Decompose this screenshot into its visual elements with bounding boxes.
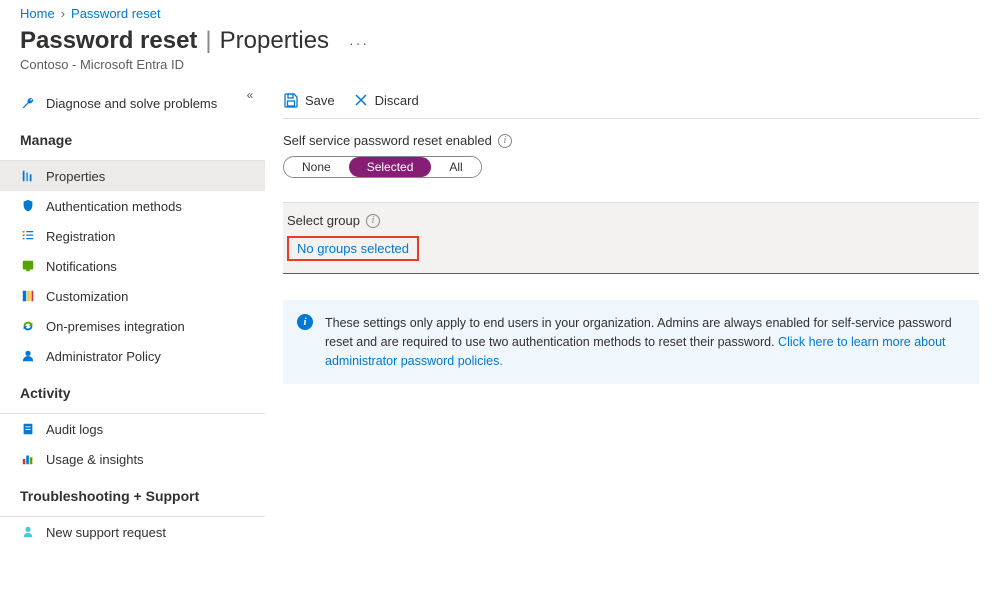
sspr-option-none[interactable]: None bbox=[284, 157, 349, 177]
breadcrumb: Home › Password reset bbox=[0, 0, 997, 23]
sidebar-item-label: Audit logs bbox=[46, 422, 103, 437]
sidebar-item-onprem[interactable]: On-premises integration bbox=[0, 311, 265, 341]
save-icon bbox=[283, 92, 299, 108]
page-title-sub: Properties bbox=[220, 27, 329, 55]
sidebar-heading-manage: Manage bbox=[0, 118, 265, 154]
sidebar-item-label: Authentication methods bbox=[46, 199, 182, 214]
close-icon bbox=[353, 92, 369, 108]
page-title-main: Password reset bbox=[20, 27, 197, 55]
sidebar-item-label: Diagnose and solve problems bbox=[46, 96, 217, 111]
sidebar-item-customization[interactable]: Customization bbox=[0, 281, 265, 311]
properties-icon bbox=[20, 168, 36, 184]
sspr-option-selected[interactable]: Selected bbox=[349, 157, 432, 177]
sspr-option-all[interactable]: All bbox=[431, 157, 480, 177]
sspr-enabled-label-row: Self service password reset enabled i bbox=[283, 133, 979, 148]
notification-icon bbox=[20, 258, 36, 274]
breadcrumb-current[interactable]: Password reset bbox=[71, 6, 161, 21]
title-separator: | bbox=[205, 27, 211, 55]
select-group-label-row: Select group i bbox=[287, 213, 975, 228]
customization-icon bbox=[20, 288, 36, 304]
sidebar-item-notifications[interactable]: Notifications bbox=[0, 251, 265, 281]
sidebar-item-properties[interactable]: Properties bbox=[0, 161, 265, 191]
support-icon bbox=[20, 524, 36, 540]
sidebar-item-auth-methods[interactable]: Authentication methods bbox=[0, 191, 265, 221]
highlight-annotation: No groups selected bbox=[287, 236, 419, 261]
sidebar-heading-activity: Activity bbox=[0, 371, 265, 407]
info-icon[interactable]: i bbox=[498, 134, 512, 148]
toolbar: Save Discard bbox=[283, 84, 979, 119]
sidebar-item-support[interactable]: New support request bbox=[0, 517, 265, 547]
toolbar-label: Discard bbox=[375, 93, 419, 108]
sidebar-item-label: New support request bbox=[46, 525, 166, 540]
admin-icon bbox=[20, 348, 36, 364]
page-subtitle: Contoso - Microsoft Entra ID bbox=[20, 57, 977, 72]
select-group-label: Select group bbox=[287, 213, 360, 228]
sync-icon bbox=[20, 318, 36, 334]
sidebar-item-label: Customization bbox=[46, 289, 128, 304]
checklist-icon bbox=[20, 228, 36, 244]
info-banner-text: These settings only apply to end users i… bbox=[325, 314, 965, 370]
sidebar-item-diagnose[interactable]: Diagnose and solve problems bbox=[0, 88, 265, 118]
info-icon: i bbox=[297, 314, 313, 330]
select-group-link[interactable]: No groups selected bbox=[297, 241, 409, 256]
insights-icon bbox=[20, 451, 36, 467]
sspr-enabled-segmented: None Selected All bbox=[283, 156, 482, 178]
chevron-right-icon: › bbox=[61, 6, 65, 21]
shield-icon bbox=[20, 198, 36, 214]
sidebar-item-label: Notifications bbox=[46, 259, 117, 274]
info-banner: i These settings only apply to end users… bbox=[283, 300, 979, 384]
sidebar-item-label: Properties bbox=[46, 169, 105, 184]
sidebar-heading-troubleshoot: Troubleshooting + Support bbox=[0, 474, 265, 510]
sidebar-item-registration[interactable]: Registration bbox=[0, 221, 265, 251]
sidebar-item-audit-logs[interactable]: Audit logs bbox=[0, 414, 265, 444]
sidebar: « Diagnose and solve problems Manage Pro… bbox=[0, 84, 265, 547]
sidebar-item-label: Registration bbox=[46, 229, 115, 244]
sspr-enabled-label: Self service password reset enabled bbox=[283, 133, 492, 148]
wrench-icon bbox=[20, 95, 36, 111]
breadcrumb-home[interactable]: Home bbox=[20, 6, 55, 21]
sidebar-item-label: Administrator Policy bbox=[46, 349, 161, 364]
more-menu-button[interactable]: ··· bbox=[349, 35, 369, 51]
save-button[interactable]: Save bbox=[283, 92, 335, 108]
sidebar-item-admin-policy[interactable]: Administrator Policy bbox=[0, 341, 265, 371]
sidebar-item-label: On-premises integration bbox=[46, 319, 185, 334]
discard-button[interactable]: Discard bbox=[353, 92, 419, 108]
page-header: Password reset | Properties ··· Contoso … bbox=[0, 23, 997, 84]
sidebar-item-label: Usage & insights bbox=[46, 452, 144, 467]
select-group-section: Select group i No groups selected bbox=[283, 202, 979, 274]
toolbar-label: Save bbox=[305, 93, 335, 108]
content-area: Save Discard Self service password reset… bbox=[265, 84, 997, 547]
logs-icon bbox=[20, 421, 36, 437]
sidebar-item-usage[interactable]: Usage & insights bbox=[0, 444, 265, 474]
collapse-sidebar-button[interactable]: « bbox=[241, 86, 259, 104]
info-icon[interactable]: i bbox=[366, 214, 380, 228]
